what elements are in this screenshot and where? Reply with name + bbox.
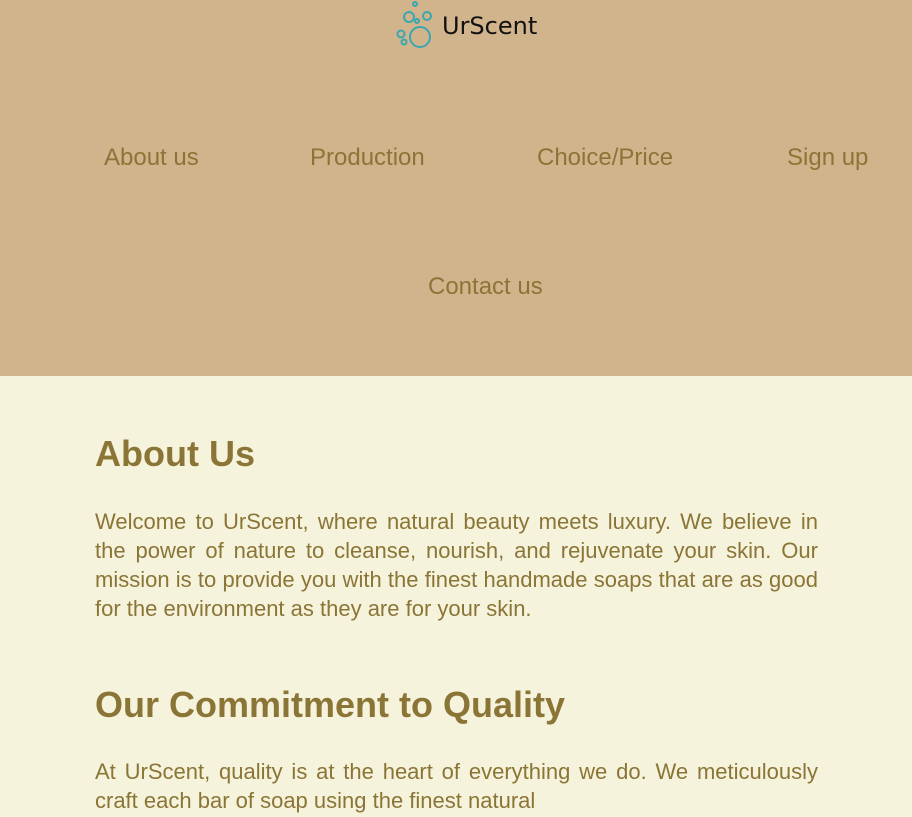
section-body-quality: At UrScent, quality is at the heart of e… [95, 759, 818, 813]
brand-logo[interactable]: UrScent [396, 0, 537, 50]
section-body-about: Welcome to UrScent, where natural beauty… [95, 509, 818, 621]
nav-link-contact[interactable]: Contact us [428, 273, 543, 301]
nav-link-choice-price[interactable]: Choice/Price [537, 144, 673, 172]
site-header: UrScent About us Production Choice/Price… [0, 0, 912, 376]
section-heading-about: About Us [95, 433, 255, 474]
brand-name: UrScent [442, 12, 538, 40]
bubbles-icon [396, 1, 432, 48]
section-heading-quality: Our Commitment to Quality [95, 684, 566, 725]
nav-link-production[interactable]: Production [310, 144, 425, 172]
nav-link-sign-up[interactable]: Sign up [787, 144, 868, 172]
nav-link-about[interactable]: About us [104, 144, 199, 172]
